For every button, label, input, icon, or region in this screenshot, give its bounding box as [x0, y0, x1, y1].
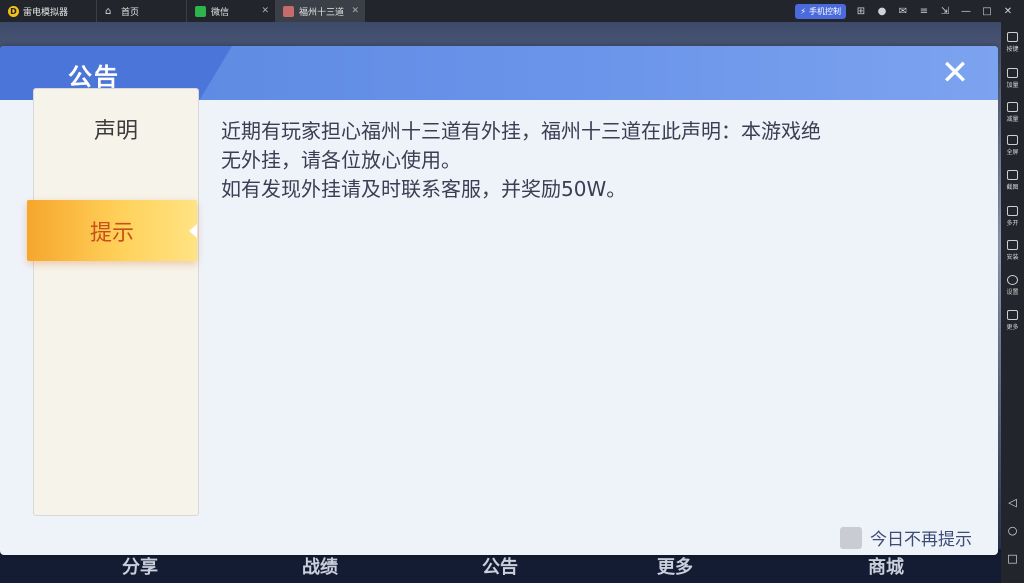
multi-instance-icon	[1007, 206, 1018, 216]
sidebar-item-volume-down[interactable]: 减量	[1001, 102, 1024, 123]
notice-label[interactable]: 公告	[482, 553, 518, 579]
shop-label[interactable]: 商城	[868, 553, 904, 579]
sidebar-item-volume-up[interactable]: 加量	[1001, 68, 1024, 89]
dialog-title: 公告	[68, 63, 120, 91]
app-brand: D 雷电模拟器	[0, 0, 96, 22]
menu-icon[interactable]: ≡	[918, 6, 930, 17]
more-label[interactable]: 更多	[657, 553, 693, 579]
sidebar-item-keys[interactable]: 按键	[1001, 32, 1024, 53]
sidebar-label: 加量	[1006, 82, 1019, 89]
tab-home[interactable]: ⌂ 首页	[96, 0, 186, 22]
sidebar-item-fullscreen[interactable]: 全屏	[1001, 135, 1024, 156]
phone-control-label: 手机控制	[809, 6, 841, 16]
sidebar-label: 更多	[1006, 324, 1019, 331]
sidebar-label: 设置	[1006, 289, 1019, 296]
sidebar-label: 安装	[1006, 254, 1019, 261]
sidebar-item-settings[interactable]: 设置	[1001, 275, 1024, 296]
home-icon: ⌂	[105, 5, 112, 17]
sidebar-item-install[interactable]: 安装	[1001, 240, 1024, 261]
mail-icon[interactable]: ✉	[897, 6, 909, 17]
close-window-icon[interactable]: ✕	[1002, 6, 1014, 17]
volume-down-icon	[1007, 102, 1018, 112]
menu-item-declaration[interactable]: 声明	[34, 99, 198, 159]
sidebar-item-screenshot[interactable]: 截图	[1001, 170, 1024, 191]
content-line: 如有发现外挂请及时联系客服，并奖励50W。	[221, 177, 627, 201]
maximize-icon[interactable]: □	[981, 6, 993, 17]
announcement-content: 近期有玩家担心福州十三道有外挂，福州十三道在此声明：本游戏绝 无外挂，请各位放心…	[221, 117, 961, 204]
emulator-logo-icon: D	[8, 5, 19, 17]
back-icon[interactable]: ◁	[1001, 496, 1024, 509]
sidebar-label: 减量	[1006, 116, 1019, 123]
game-icon	[283, 5, 294, 17]
gamepad-icon[interactable]: ⊞	[855, 6, 867, 17]
dont-show-label: 今日不再提示	[870, 530, 972, 550]
dont-show-checkbox[interactable]	[840, 526, 862, 549]
sidebar-label: 截图	[1006, 184, 1019, 191]
more-icon	[1007, 310, 1018, 320]
fullscreen-icon	[1007, 135, 1018, 145]
tab-wechat[interactable]: 微信 ✕	[186, 0, 275, 22]
tab-wechat-label: 微信	[211, 7, 230, 18]
keyboard-icon	[1007, 32, 1018, 42]
record-label[interactable]: 战绩	[302, 553, 338, 579]
recent-apps-icon[interactable]: □	[1001, 552, 1024, 565]
scissors-icon	[1007, 170, 1018, 180]
close-tab-icon[interactable]: ✕	[261, 6, 269, 16]
emulator-sidebar: 按键 加量 减量 全屏 截图 多开 安装 设置 更多 ◁ ○ □	[1001, 22, 1024, 583]
content-line: 无外挂，请各位放心使用。	[221, 148, 461, 172]
install-icon	[1007, 240, 1018, 250]
dont-show-today-toggle[interactable]: 今日不再提示	[840, 525, 972, 550]
sidebar-label: 多开	[1006, 220, 1019, 227]
settings-icon	[1007, 275, 1018, 285]
home-circle-icon[interactable]: ○	[1001, 524, 1024, 537]
share-label[interactable]: 分享	[122, 553, 158, 579]
export-icon[interactable]: ⇲	[939, 6, 951, 17]
tab-game-label: 福州十三道	[299, 7, 345, 18]
lightning-icon: ⚡	[800, 6, 806, 16]
emulator-titlebar: D 雷电模拟器 ⌂ 首页 微信 ✕ 福州十三道 ✕ ⚡ 手机控制 ⊞ ● ✉ ≡…	[0, 0, 1024, 22]
sidebar-item-more[interactable]: 更多	[1001, 310, 1024, 331]
close-tab-icon[interactable]: ✕	[351, 6, 359, 16]
content-line: 近期有玩家担心福州十三道有外挂，福州十三道在此声明：本游戏绝	[221, 119, 821, 143]
volume-up-icon	[1007, 68, 1018, 78]
sidebar-label: 全屏	[1006, 149, 1019, 156]
user-icon[interactable]: ●	[876, 6, 888, 17]
tab-game[interactable]: 福州十三道 ✕	[275, 0, 365, 22]
minimize-icon[interactable]: —	[960, 6, 972, 17]
titlebar-controls: ⚡ 手机控制 ⊞ ● ✉ ≡ ⇲ — □ ✕	[795, 0, 1024, 22]
sidebar-label: 按键	[1006, 46, 1019, 53]
sidebar-item-multi[interactable]: 多开	[1001, 206, 1024, 227]
close-icon: ✕	[940, 53, 970, 93]
phone-control-button[interactable]: ⚡ 手机控制	[795, 3, 846, 19]
close-button[interactable]: ✕	[934, 52, 976, 94]
announcement-menu-panel: 声明	[33, 88, 199, 516]
app-name: 雷电模拟器	[23, 7, 69, 18]
menu-item-tip[interactable]: 提示	[27, 200, 197, 261]
tab-home-label: 首页	[121, 7, 140, 18]
wechat-icon	[195, 5, 206, 17]
